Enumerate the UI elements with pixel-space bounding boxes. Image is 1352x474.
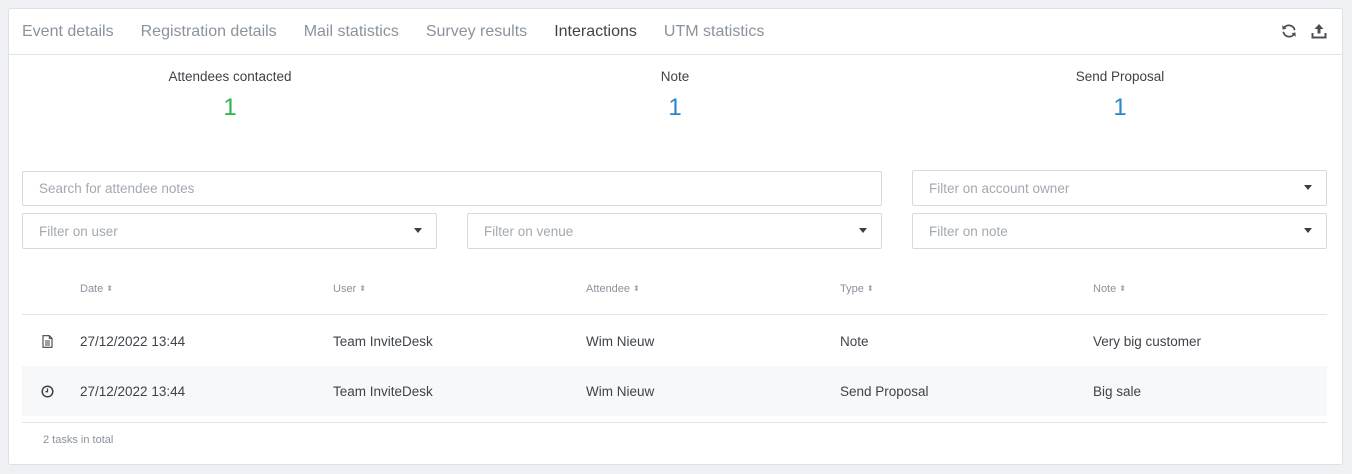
chevron-down-icon [1304,185,1312,190]
interactions-panel: Event details Registration details Mail … [8,8,1343,465]
clock-icon [40,366,54,416]
search-input[interactable] [22,171,882,206]
column-label: Note [1093,283,1117,295]
column-header-attendee[interactable]: Attendee ⬍ [586,271,640,307]
venue-select[interactable]: Filter on venue [467,213,882,249]
tab-utm-statistics[interactable]: UTM statistics [664,23,764,41]
upload-icon[interactable] [1310,22,1328,40]
column-header-date[interactable]: Date ⬍ [80,271,113,307]
select-placeholder: Filter on user [39,223,118,239]
note-select[interactable]: Filter on note [912,213,1327,249]
stat-label: Send Proposal [1075,69,1165,84]
column-label: User [333,283,357,295]
refresh-icon[interactable] [1280,22,1298,40]
interaction-stats: Attendees contacted 1 Note 1 Send Propos… [9,69,1342,139]
tab-survey-results[interactable]: Survey results [426,23,527,41]
interactions-table: Date ⬍ User ⬍ Attendee ⬍ Type ⬍ Note ⬍ 27/12/… [22,271,1327,416]
table-row[interactable]: 27/12/2022 13:44 Team InviteDesk Wim Nie… [22,366,1327,416]
column-header-user[interactable]: User ⬍ [333,271,366,307]
sort-icon: ⬍ [633,284,640,293]
stat-value: 1 [223,94,237,121]
tab-actions [1280,22,1328,40]
chevron-down-icon [414,228,422,233]
tab-interactions[interactable]: Interactions [554,23,637,41]
sort-icon: ⬍ [106,284,113,293]
sort-icon: ⬍ [1119,284,1126,293]
cell-date: 27/12/2022 13:44 [80,333,186,349]
stat-note: Note 1 [525,69,825,122]
select-placeholder: Filter on venue [484,223,574,239]
cell-type: Note [840,333,869,349]
tab-event-details[interactable]: Event details [22,23,114,41]
select-placeholder: Filter on note [929,223,1008,239]
select-placeholder: Filter on account owner [929,180,1070,196]
sort-icon: ⬍ [359,284,366,293]
cell-type: Send Proposal [840,383,929,399]
column-label: Attendee [586,283,631,295]
column-label: Type [840,283,864,295]
account-owner-select[interactable]: Filter on account owner [912,170,1327,206]
cell-note: Very big customer [1093,333,1202,349]
stat-value: 1 [668,94,682,121]
table-header: Date ⬍ User ⬍ Attendee ⬍ Type ⬍ Note ⬍ [22,271,1327,315]
sort-icon: ⬍ [866,284,874,293]
stat-attendees-contacted: Attendees contacted 1 [80,69,380,122]
chevron-down-icon [859,228,867,233]
total-count: 2 tasks in total [43,434,114,446]
document-icon [40,316,54,366]
cell-note: Big sale [1093,383,1142,399]
user-select[interactable]: Filter on user [22,213,437,249]
cell-user: Team InviteDesk [333,333,433,349]
stat-label: Attendees contacted [168,69,292,84]
column-label: Date [80,283,104,295]
column-header-type[interactable]: Type ⬍ [840,271,874,307]
table-footer: 2 tasks in total [22,422,1327,446]
tab-mail-statistics[interactable]: Mail statistics [304,23,399,41]
table-row[interactable]: 27/12/2022 13:44 Team InviteDesk Wim Nie… [22,316,1327,366]
tab-bar: Event details Registration details Mail … [9,9,1342,55]
cell-date: 27/12/2022 13:44 [80,383,186,399]
tab-registration-details[interactable]: Registration details [141,23,277,41]
chevron-down-icon [1304,228,1312,233]
column-header-note[interactable]: Note ⬍ [1093,271,1126,307]
cell-user: Team InviteDesk [333,383,433,399]
cell-attendee: Wim Nieuw [586,383,655,399]
stat-send-proposal: Send Proposal 1 [970,69,1270,122]
stat-value: 1 [1113,94,1127,121]
stat-label: Note [660,69,690,84]
cell-attendee: Wim Nieuw [586,333,655,349]
